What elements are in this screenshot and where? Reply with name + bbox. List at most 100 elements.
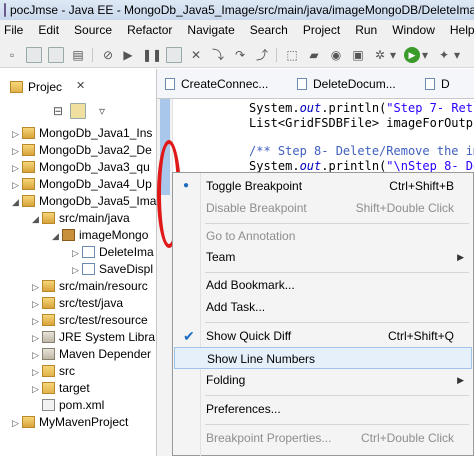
menu-item-show-line-numbers[interactable]: Show Line Numbers	[174, 347, 472, 369]
menu-item-go-to-annotation[interactable]: Go to Annotation	[174, 225, 472, 247]
expand-arrow-icon[interactable]: ▷	[32, 313, 42, 329]
tree-item-java-file[interactable]: ▷ SaveDispl	[72, 261, 153, 277]
close-icon[interactable]: ✕	[76, 79, 85, 92]
dropdown-icon[interactable]: ▾	[420, 47, 430, 63]
main-toolbar: ▫ ▤ ⊘ ▶ ❚❚ ✕ ⤵ ↷ ⤴ ⬚ ▰ ◉ ▣ ✲ ▾ ▶ ▾ ✦ ▾	[0, 40, 474, 68]
new-icon[interactable]: ▫	[4, 47, 20, 63]
project-icon	[22, 127, 35, 139]
expand-arrow-icon[interactable]: ▷	[12, 126, 22, 142]
tree-item-library[interactable]: ▷ Maven Depender	[32, 346, 151, 362]
step-return-icon[interactable]: ⤴	[254, 47, 270, 63]
menu-item-breakpoint-properties[interactable]: Breakpoint Properties... Ctrl+Double Cli…	[174, 427, 472, 449]
new-class-icon[interactable]: ◉	[328, 47, 344, 63]
expand-arrow-icon[interactable]: ▷	[32, 296, 42, 312]
expand-arrow-icon[interactable]: ▷	[12, 177, 22, 193]
step-over-icon[interactable]: ↷	[232, 47, 248, 63]
expand-arrow-icon[interactable]: ▷	[32, 279, 42, 295]
menu-window[interactable]: Window	[392, 23, 435, 37]
tree-item-label: JRE System Libra	[59, 330, 156, 344]
link-with-editor-icon[interactable]	[70, 103, 86, 119]
collapse-arrow-icon[interactable]: ◢	[32, 211, 42, 227]
view-menu-icon[interactable]: ▿	[94, 103, 110, 119]
collapse-arrow-icon[interactable]: ◢	[12, 194, 22, 210]
tree-item-package[interactable]: ◢ imageMongo	[52, 227, 148, 243]
collapse-all-icon[interactable]: ⊟	[50, 103, 66, 119]
menu-item-show-quick-diff[interactable]: ✔ Show Quick Diff Ctrl+Shift+Q	[174, 325, 472, 347]
tree-item-folder[interactable]: ▷ target	[32, 380, 90, 396]
menu-item-shortcut: Shift+Double Click	[355, 201, 454, 215]
menu-item-add-task[interactable]: Add Task...	[174, 296, 472, 318]
code-line: List<GridFSDBFile> imageForOutput	[249, 116, 474, 130]
tab-deletedocument[interactable]: DeleteDocum...	[297, 77, 396, 91]
menu-navigate[interactable]: Navigate	[187, 23, 234, 37]
dropdown-icon[interactable]: ▾	[388, 47, 398, 63]
menu-separator	[205, 395, 469, 396]
eclipse-window: pocJmse - Java EE - MongoDb_Java5_Image/…	[0, 0, 474, 456]
tree-item-project[interactable]: ▷ MongoDb_Java3_qu	[12, 159, 150, 175]
menu-refactor[interactable]: Refactor	[127, 23, 172, 37]
menu-item-toggle-breakpoint[interactable]: ● Toggle Breakpoint Ctrl+Shift+B	[174, 175, 472, 197]
menu-project[interactable]: Project	[303, 23, 340, 37]
expand-arrow-icon[interactable]: ▷	[32, 364, 42, 380]
print-icon[interactable]: ▤	[70, 47, 86, 63]
tree-item-project[interactable]: ▷ MongoDb_Java1_Ins	[12, 125, 152, 141]
source-folder-icon	[42, 280, 55, 292]
menu-search[interactable]: Search	[250, 23, 288, 37]
step-into-icon[interactable]: ⤵	[210, 47, 226, 63]
tree-item-folder[interactable]: ▷ src	[32, 363, 75, 379]
tree-item-source-folder[interactable]: ▷ src/test/resource	[32, 312, 148, 328]
menu-item-folding[interactable]: Folding ▶	[174, 369, 472, 391]
expand-arrow-icon[interactable]: ▷	[32, 347, 42, 363]
tree-item-source-folder[interactable]: ▷ src/main/resourc	[32, 278, 148, 294]
disconnect-icon[interactable]: ✕	[188, 47, 204, 63]
terminate-icon[interactable]	[166, 47, 182, 63]
tree-item-project[interactable]: ▷ MyMavenProject	[12, 414, 128, 430]
suspend-icon[interactable]: ❚❚	[142, 47, 162, 63]
tree-item-label: src	[59, 364, 75, 378]
menu-item-team[interactable]: Team ▶	[174, 246, 472, 268]
tree-item-label: imageMongo	[79, 228, 149, 242]
tree-item-project[interactable]: ◢ MongoDb_Java5_Ima	[12, 193, 156, 209]
tree-item-source-folder[interactable]: ◢ src/main/java	[32, 210, 130, 226]
dropdown-icon[interactable]: ▾	[452, 47, 462, 63]
new-server-icon[interactable]: ▣	[350, 47, 366, 63]
tab-deleteimage[interactable]: D	[425, 77, 450, 91]
resume-icon[interactable]: ▶	[120, 47, 136, 63]
save-all-icon[interactable]	[48, 47, 64, 63]
skip-breakpoints-icon[interactable]: ⊘	[100, 47, 116, 63]
tree-item-label: MongoDb_Java3_qu	[39, 160, 150, 174]
external-tools-icon[interactable]: ✦	[436, 47, 452, 63]
menu-item-preferences[interactable]: Preferences...	[174, 398, 472, 420]
tree-item-source-folder[interactable]: ▷ src/test/java	[32, 295, 123, 311]
menu-source[interactable]: Source	[74, 23, 112, 37]
expand-arrow-icon[interactable]: ▷	[32, 330, 42, 346]
expand-arrow-icon[interactable]: ▷	[12, 160, 22, 176]
new-folder-icon[interactable]: ▰	[306, 47, 322, 63]
menu-run[interactable]: Run	[355, 23, 377, 37]
expand-arrow-icon[interactable]: ▷	[12, 415, 22, 431]
tab-createconnection[interactable]: CreateConnec...	[165, 77, 268, 91]
tree-item-project[interactable]: ▷ MongoDb_Java4_Up	[12, 176, 152, 192]
menu-item-disable-breakpoint[interactable]: Disable Breakpoint Shift+Double Click	[174, 197, 472, 219]
tree-item-project[interactable]: ▷ MongoDb_Java2_De	[12, 142, 152, 158]
open-type-icon[interactable]: ⬚	[284, 47, 300, 63]
collapse-arrow-icon[interactable]: ◢	[52, 228, 62, 244]
menu-edit[interactable]: Edit	[38, 23, 59, 37]
tree-item-java-file[interactable]: ▷ DeleteIma	[72, 244, 154, 260]
expand-arrow-icon[interactable]: ▷	[12, 143, 22, 159]
menu-item-label: Folding	[206, 373, 246, 387]
project-explorer-tab[interactable]: Projec ✕	[0, 75, 157, 99]
tree-item-file[interactable]: pom.xml	[42, 397, 104, 413]
expand-arrow-icon[interactable]: ▷	[32, 381, 42, 397]
debug-icon[interactable]: ✲	[372, 47, 388, 63]
expand-arrow-icon[interactable]: ▷	[72, 245, 82, 261]
menu-file[interactable]: File	[4, 23, 23, 37]
tree-item-library[interactable]: ▷ JRE System Libra	[32, 329, 155, 345]
java-file-icon	[297, 78, 307, 90]
menu-separator	[205, 223, 469, 224]
run-icon[interactable]: ▶	[404, 47, 420, 63]
expand-arrow-icon[interactable]: ▷	[72, 262, 82, 278]
menu-item-add-bookmark[interactable]: Add Bookmark...	[174, 274, 472, 296]
menu-help[interactable]: Help	[450, 23, 474, 37]
save-icon[interactable]	[26, 47, 42, 63]
